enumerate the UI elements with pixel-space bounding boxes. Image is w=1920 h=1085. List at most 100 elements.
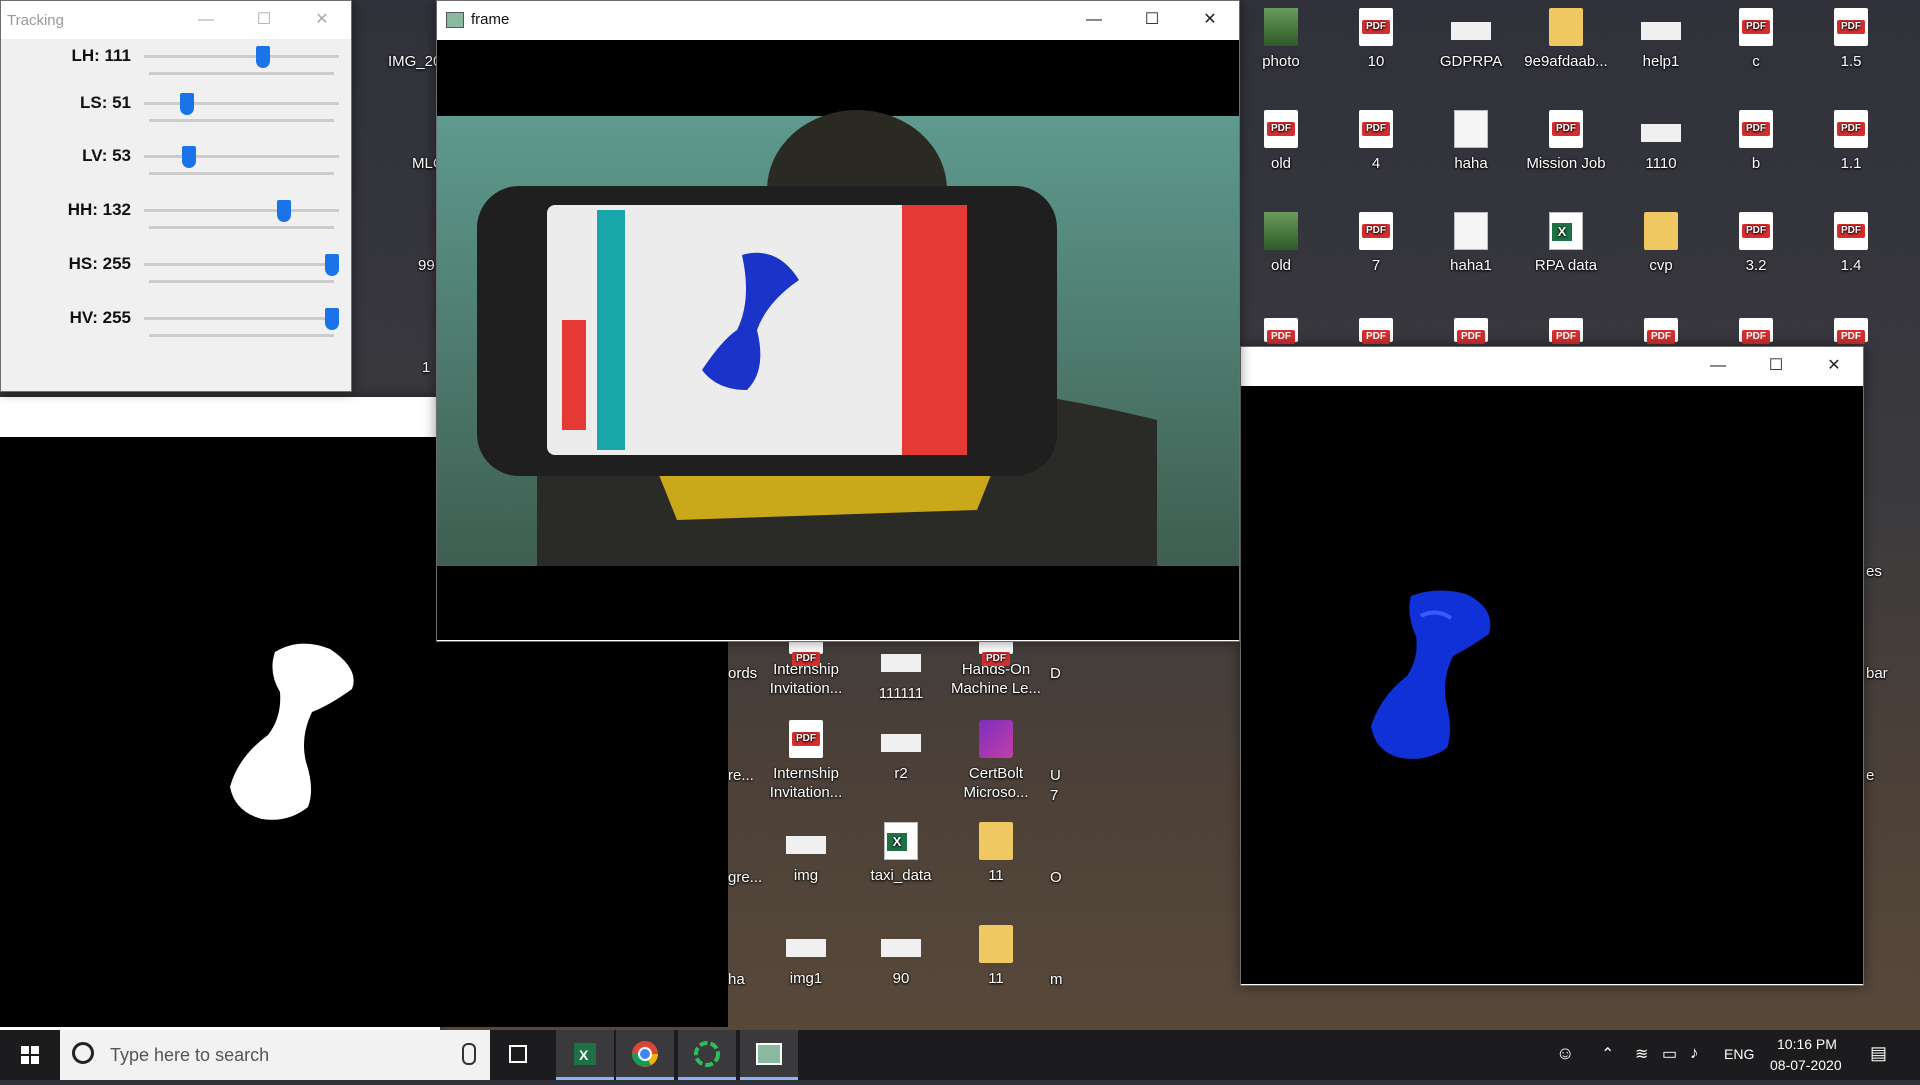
cortana-icon [72,1042,94,1064]
thumb-file-icon [881,939,921,957]
desktop-icon-label[interactable]: O [1050,868,1110,887]
frame-titlebar[interactable]: frame — ☐ ✕ [437,1,1239,39]
desktop-icon[interactable]: b [1710,110,1802,173]
trackbar-rail[interactable] [144,155,339,158]
desktop-icon[interactable]: CertBolt Microso... [950,720,1042,802]
desktop-icon[interactable]: c [1710,8,1802,71]
spinner-app-icon[interactable] [678,1030,736,1080]
desktop-icon[interactable]: 9e9afdaab... [1520,8,1612,71]
desktop-icon-label: 4 [1371,155,1381,172]
desktop-icon[interactable]: GDPRPA [1425,8,1517,71]
photo-file-icon [1264,8,1298,46]
desktop-icon-label[interactable]: ords [728,664,788,683]
desktop-icon-label[interactable]: m [1050,970,1110,989]
trackbar-label: LH: 111 [71,46,131,65]
mask-window[interactable] [0,397,728,1030]
trackbar-rail[interactable] [144,209,339,212]
desktop-icon-label[interactable]: U [1050,766,1110,785]
desktop-icon[interactable]: RPA data [1520,212,1612,275]
search-box[interactable]: Type here to search [60,1030,490,1080]
chevron-up-icon[interactable]: ⌃ [1601,1044,1614,1064]
result-window-titlebar[interactable]: — ☐ ✕ [1241,347,1863,385]
close-button[interactable]: ✕ [293,1,351,39]
desktop-icon-label[interactable]: 7 [1050,786,1110,805]
task-view-icon[interactable] [490,1030,548,1080]
minimize-button[interactable]: — [177,1,235,39]
tracking-titlebar[interactable]: Tracking — ☐ ✕ [1,1,351,39]
trackbar-thumb[interactable] [181,146,196,168]
desktop-icon[interactable]: haha1 [1425,212,1517,275]
trackbar-rail[interactable] [144,102,339,105]
desktop-icon-label: CertBolt Microso... [963,765,1029,801]
minimize-button[interactable]: — [1689,347,1747,385]
desktop-icon-label: haha1 [1450,257,1492,274]
maximize-button[interactable]: ☐ [1123,1,1181,39]
windows-start-icon[interactable] [0,1030,60,1080]
desktop-icon-label[interactable]: e [1866,766,1920,785]
people-icon[interactable]: ☺ [1556,1043,1574,1064]
close-button[interactable]: ✕ [1181,1,1239,39]
desktop-icon-label[interactable]: gre... [728,868,788,887]
notification-icon[interactable]: ▤ [1870,1043,1887,1064]
desktop-icon[interactable]: r2 [855,720,947,783]
trackbar-label: LS: 51 [79,93,131,112]
wifi-icon[interactable]: ≋ [1635,1044,1648,1064]
trackbar-thumb[interactable] [325,254,339,276]
desktop-icon[interactable]: old [1235,110,1327,173]
frame-window[interactable]: frame — ☐ ✕ [436,0,1240,642]
desktop-icon[interactable]: 11 [950,925,1042,988]
desktop-icon[interactable]: taxi_data [855,822,947,885]
desktop-icon[interactable]: Internship Invitation... [760,720,852,802]
desktop-icon-label[interactable]: re... [728,766,788,785]
trackbar-thumb[interactable] [180,93,195,115]
desktop-icon[interactable]: 1110 [1615,110,1707,173]
desktop-icon[interactable]: 1.1 [1805,110,1897,173]
desktop-icon-label[interactable]: es [1866,562,1920,581]
desktop-icon[interactable]: 10 [1330,8,1422,71]
desktop-icon[interactable]: Mission Job [1520,110,1612,173]
desktop-icon[interactable]: 1.5 [1805,8,1897,71]
maximize-button[interactable]: ☐ [235,1,293,39]
python-window-icon[interactable] [740,1030,798,1080]
close-button[interactable]: ✕ [1805,347,1863,385]
microphone-icon[interactable] [462,1043,476,1065]
desktop-icon[interactable]: 1.4 [1805,212,1897,275]
desktop-icon[interactable]: photo [1235,8,1327,71]
pdf-file-icon [1834,8,1868,46]
desktop-icon[interactable]: 111111 [855,640,947,703]
trackbar-thumb[interactable] [256,46,271,68]
desktop-icon-label[interactable]: D [1050,664,1110,683]
desktop-icon-label: 90 [892,970,910,987]
minimize-button[interactable]: — [1065,1,1123,39]
desktop-icon[interactable]: 3.2 [1710,212,1802,275]
desktop-icon[interactable]: 90 [855,925,947,988]
desktop-icon-label[interactable]: bar [1866,664,1920,683]
desktop-icon[interactable]: 7 [1330,212,1422,275]
tracking-window[interactable]: Tracking — ☐ ✕ LH: 111 LS: 51 LV: 53 HH: 13… [0,0,352,392]
desktop-icon-label: 9e9afdaab... [1524,53,1608,70]
trackbar-rail[interactable] [144,317,339,320]
clock-date[interactable]: 08-07-2020 [1770,1057,1842,1073]
desktop-icon[interactable]: 11 [950,822,1042,885]
battery-icon[interactable]: ▭ [1662,1044,1677,1064]
maximize-button[interactable]: ☐ [1747,347,1805,385]
desktop-icon[interactable]: cvp [1615,212,1707,275]
trackbar-track [149,334,334,337]
desktop-icon[interactable]: 4 [1330,110,1422,173]
excel-icon[interactable]: X [556,1030,614,1080]
chrome-icon[interactable] [616,1030,674,1080]
desktop-icon[interactable]: old [1235,212,1327,275]
trackbar-thumb[interactable] [277,200,292,222]
desktop-icon[interactable]: help1 [1615,8,1707,71]
clock-time[interactable]: 10:16 PM [1777,1036,1837,1052]
trackbar-rail[interactable] [144,55,339,58]
result-window[interactable]: — ☐ ✕ [1240,346,1864,986]
trackbar-thumb[interactable] [325,308,339,330]
volume-icon[interactable]: ♪ [1690,1043,1699,1063]
language-indicator[interactable]: ENG [1724,1046,1754,1062]
mask-window-titlebar[interactable] [0,397,440,437]
trackbar-rail[interactable] [144,263,339,266]
desktop-icon[interactable]: Hands-On Machine Le... [950,640,1042,698]
desktop-icon[interactable]: haha [1425,110,1517,173]
desktop-icon-label[interactable]: ha [728,970,788,989]
